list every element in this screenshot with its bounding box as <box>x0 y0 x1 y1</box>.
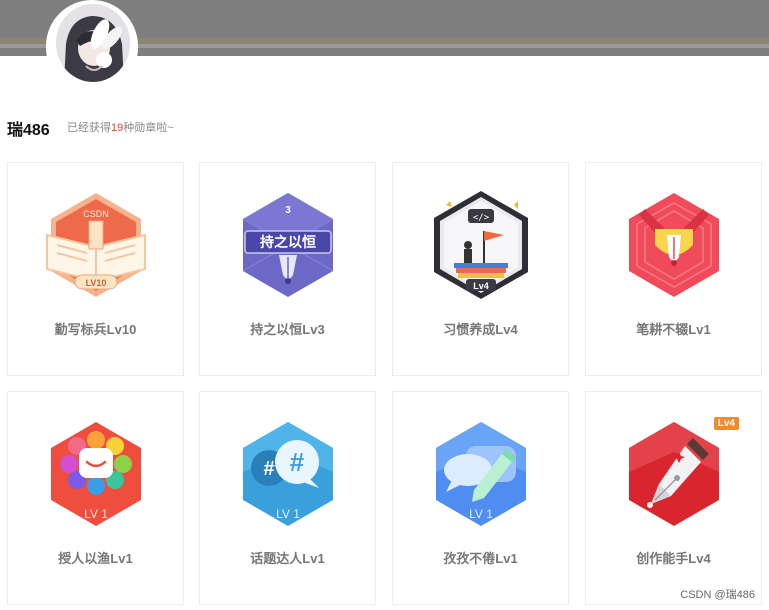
badge-card[interactable]: LV 1 授人以渔Lv1 <box>7 391 184 605</box>
badge-card[interactable]: 3 持之以恒 持之以恒Lv3 <box>199 162 376 376</box>
book-badge-icon: CSDN LV10 <box>41 183 151 303</box>
avatar[interactable] <box>56 4 130 82</box>
badge-level-text: LV 1 <box>276 507 300 521</box>
badge-name: 孜孜不倦Lv1 <box>443 551 518 566</box>
svg-text:#: # <box>290 447 305 477</box>
avatar-container <box>46 0 138 88</box>
badge-name: 习惯养成Lv4 <box>443 322 518 337</box>
badge-top-text: CSDN <box>83 209 109 219</box>
badge-name: 笔耕不辍Lv1 <box>636 322 711 337</box>
badge-card[interactable]: Lv4 创作能手Lv4 <box>585 391 762 605</box>
badge-name: 持之以恒Lv3 <box>250 322 325 337</box>
badge-level-text: Lv4 <box>473 281 489 291</box>
svg-text:</>: </> <box>473 213 490 223</box>
pen-badge-icon: 3 持之以恒 <box>233 183 343 303</box>
username: 瑞486 <box>7 122 50 139</box>
avatar-image <box>56 4 130 82</box>
badge-top-text: 3 <box>285 205 291 216</box>
badge-card[interactable]: </> Lv4 习惯养成Lv4 <box>392 162 569 376</box>
fountain-pen-badge-icon <box>619 412 729 532</box>
badge-level-text: LV 1 <box>469 507 493 521</box>
badge-inner-text: 持之以恒 <box>260 234 316 251</box>
watermark: CSDN @瑞486 <box>680 589 755 601</box>
badge-card[interactable]: LV 1 孜孜不倦Lv1 <box>392 391 569 605</box>
hashtag-badge-icon: # # LV 1 <box>233 412 343 532</box>
summary-suffix: 种勋章啦~ <box>123 122 174 134</box>
flag-badge-icon: </> Lv4 <box>426 183 536 303</box>
svg-text:#: # <box>263 458 274 480</box>
badge-card[interactable]: CSDN LV10 勤写标兵Lv10 <box>7 162 184 376</box>
badge-name: 创作能手Lv4 <box>636 551 711 566</box>
badge-name: 话题达人Lv1 <box>250 551 325 566</box>
badge-level-text: LV 1 <box>84 507 108 521</box>
badge-card[interactable]: 笔耕不辍Lv1 <box>585 162 762 376</box>
flower-badge-icon: LV 1 <box>41 412 151 532</box>
badge-card[interactable]: # # LV 1 话题达人Lv1 <box>199 391 376 605</box>
nib-badge-icon <box>619 183 729 303</box>
summary-prefix: 已经获得 <box>67 122 111 134</box>
badge-summary: 已经获得19种勋章啦~ <box>67 119 174 135</box>
chat-pencil-badge-icon: LV 1 <box>426 412 536 532</box>
badge-name: 授人以渔Lv1 <box>58 551 133 566</box>
badge-name: 勤写标兵Lv10 <box>54 322 137 337</box>
badge-count: 19 <box>111 122 124 134</box>
badge-level-text: LV10 <box>86 278 107 288</box>
